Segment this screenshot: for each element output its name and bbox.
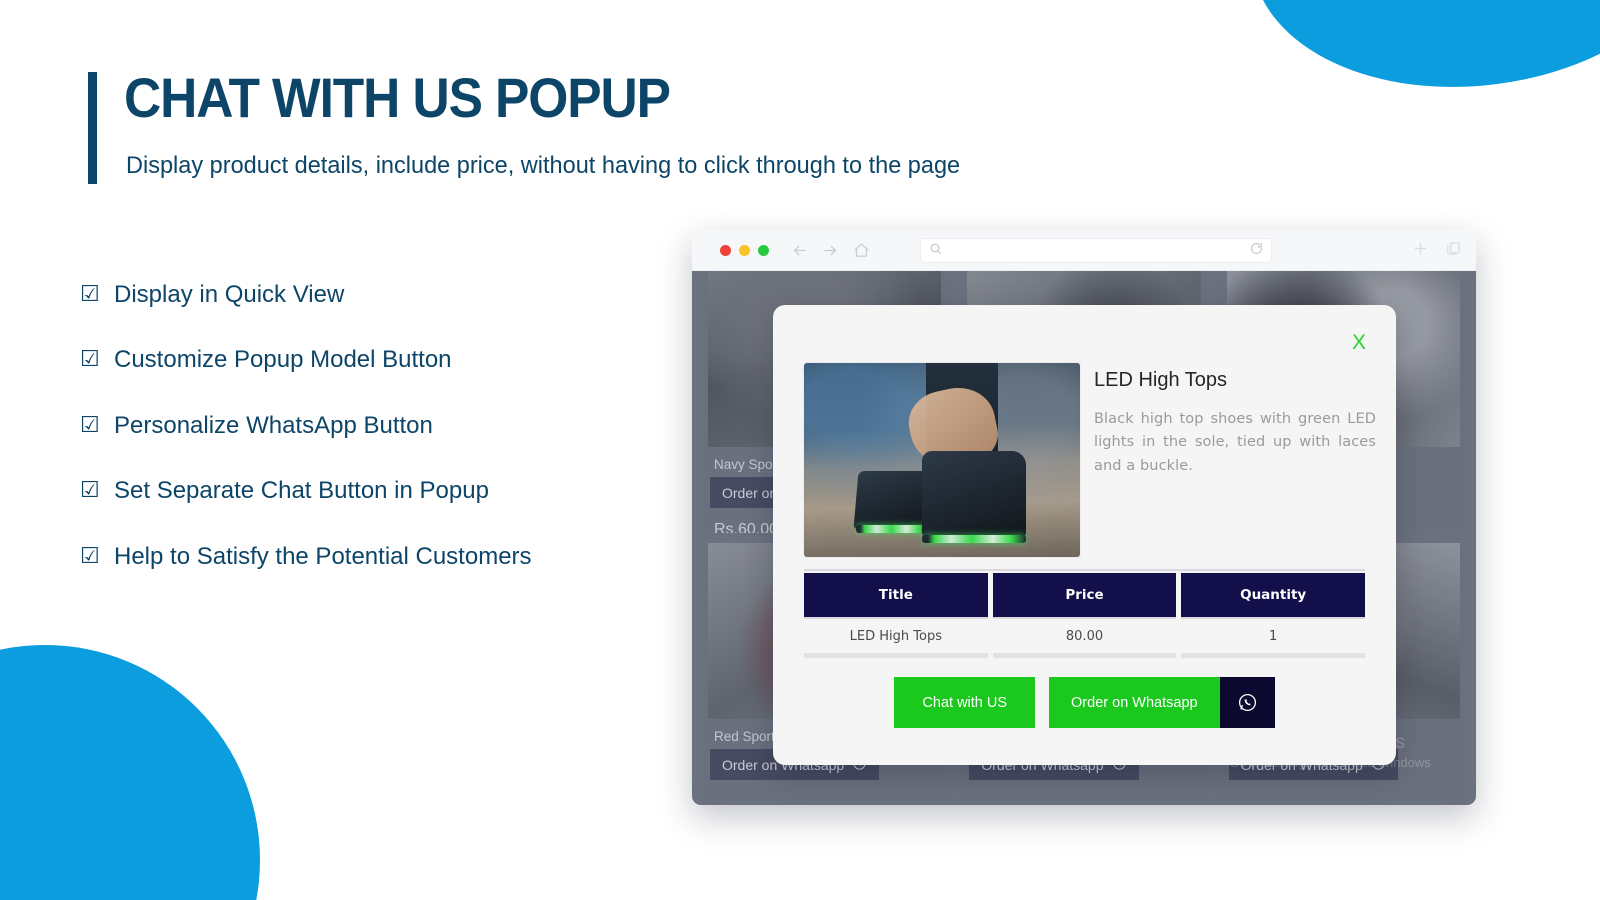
order-on-whatsapp-label: Order on Whatsapp xyxy=(1049,677,1220,728)
list-item: ☑ Customize Popup Model Button xyxy=(80,328,700,394)
table-header-row: Title Price Quantity xyxy=(804,569,1366,619)
feature-label: Customize Popup Model Button xyxy=(114,346,452,374)
product-price: Rs.60.00 xyxy=(714,521,779,533)
cell-title: LED High Tops xyxy=(804,619,988,658)
feature-label: Display in Quick View xyxy=(114,280,345,308)
list-item: ☑ Display in Quick View xyxy=(80,262,700,328)
product-detail-table: Title Price Quantity LED High Tops 80.00… xyxy=(804,569,1366,658)
cell-price: 80.00 xyxy=(992,619,1177,658)
column-header-title: Title xyxy=(804,573,988,619)
browser-nav-buttons xyxy=(791,242,870,259)
check-circle-icon: ☑ xyxy=(80,412,100,438)
browser-toolbar xyxy=(692,230,1476,271)
column-header-quantity: Quantity xyxy=(1181,573,1366,619)
decorative-blob-top-right xyxy=(1231,0,1600,116)
product-title: LED High Tops xyxy=(1094,369,1228,391)
check-circle-icon: ☑ xyxy=(80,347,100,373)
popup-product-section: LED High Tops Black high top shoes with … xyxy=(804,363,1376,557)
chat-with-us-button[interactable]: Chat with US xyxy=(894,677,1036,728)
whatsapp-icon xyxy=(1219,677,1275,728)
back-arrow-icon[interactable] xyxy=(791,242,808,259)
feature-list: ☑ Display in Quick View ☑ Customize Popu… xyxy=(80,262,700,590)
order-on-whatsapp-button[interactable]: Order on Whatsapp xyxy=(1049,677,1275,728)
column-header-price: Price xyxy=(992,573,1177,619)
forward-arrow-icon[interactable] xyxy=(822,242,839,259)
product-description: Black high top shoes with green LED ligh… xyxy=(1094,411,1376,474)
plus-icon[interactable] xyxy=(1412,240,1429,262)
chat-with-us-popup: X LED High Tops Black high top shoes wit… xyxy=(773,305,1396,765)
window-traffic-lights xyxy=(720,244,769,256)
maximize-window-icon[interactable] xyxy=(758,244,769,256)
page-root: CHAT WITH US POPUP Display product detai… xyxy=(0,0,1600,900)
product-image xyxy=(804,363,1080,557)
page-subtitle: Display product details, include price, … xyxy=(126,152,961,179)
reload-icon[interactable] xyxy=(1250,242,1263,260)
product-info: LED High Tops Black high top shoes with … xyxy=(1094,363,1376,557)
close-window-icon[interactable] xyxy=(720,244,731,256)
home-icon[interactable] xyxy=(853,242,870,259)
table-row: LED High Tops 80.00 1 xyxy=(804,619,1366,658)
check-circle-icon: ☑ xyxy=(80,281,100,307)
search-icon xyxy=(929,242,942,260)
new-tab-icon[interactable] xyxy=(1445,240,1462,262)
order-button-label: Order on xyxy=(722,484,778,501)
browser-toolbar-right-icons xyxy=(1412,240,1462,262)
feature-label: Personalize WhatsApp Button xyxy=(114,411,433,439)
popup-action-buttons: Chat with US Order on Whatsapp xyxy=(773,677,1396,728)
cell-quantity: 1 xyxy=(1181,619,1366,658)
list-item: ☑ Help to Satisfy the Potential Customer… xyxy=(80,524,700,590)
product-name: Red Sports xyxy=(714,729,782,744)
address-bar[interactable] xyxy=(920,238,1272,263)
check-circle-icon: ☑ xyxy=(80,478,100,504)
title-accent-bar xyxy=(88,72,97,184)
list-item: ☑ Set Separate Chat Button in Popup xyxy=(80,459,700,525)
list-item: ☑ Personalize WhatsApp Button xyxy=(80,393,700,459)
feature-label: Set Separate Chat Button in Popup xyxy=(114,477,489,505)
minimize-window-icon[interactable] xyxy=(739,244,750,256)
page-title: CHAT WITH US POPUP xyxy=(124,66,671,129)
feature-label: Help to Satisfy the Potential Customers xyxy=(114,542,532,570)
check-circle-icon: ☑ xyxy=(80,543,100,569)
close-icon[interactable]: X xyxy=(1352,332,1366,353)
left-content-panel: CHAT WITH US POPUP Display product detai… xyxy=(0,0,960,900)
